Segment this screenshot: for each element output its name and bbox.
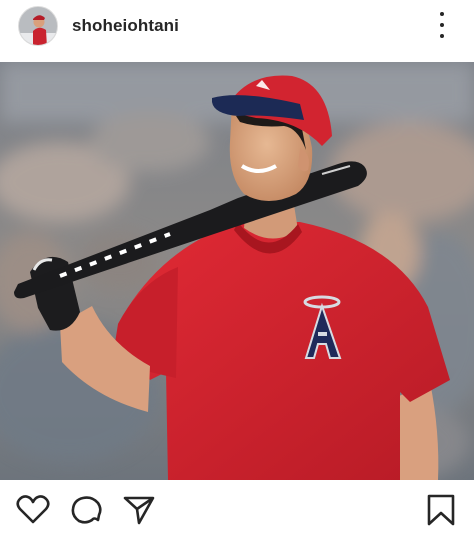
username[interactable]: shoheiohtani: [72, 16, 179, 36]
profile-avatar[interactable]: [18, 6, 58, 46]
comment-icon[interactable]: [70, 494, 104, 526]
post-header: shoheiohtani: [0, 0, 474, 58]
heart-icon[interactable]: [16, 494, 50, 526]
send-icon[interactable]: [122, 494, 156, 526]
bookmark-icon[interactable]: [424, 494, 458, 526]
more-options-icon[interactable]: [436, 12, 448, 38]
action-bar: [0, 480, 474, 534]
post-photo[interactable]: A: [0, 62, 474, 480]
